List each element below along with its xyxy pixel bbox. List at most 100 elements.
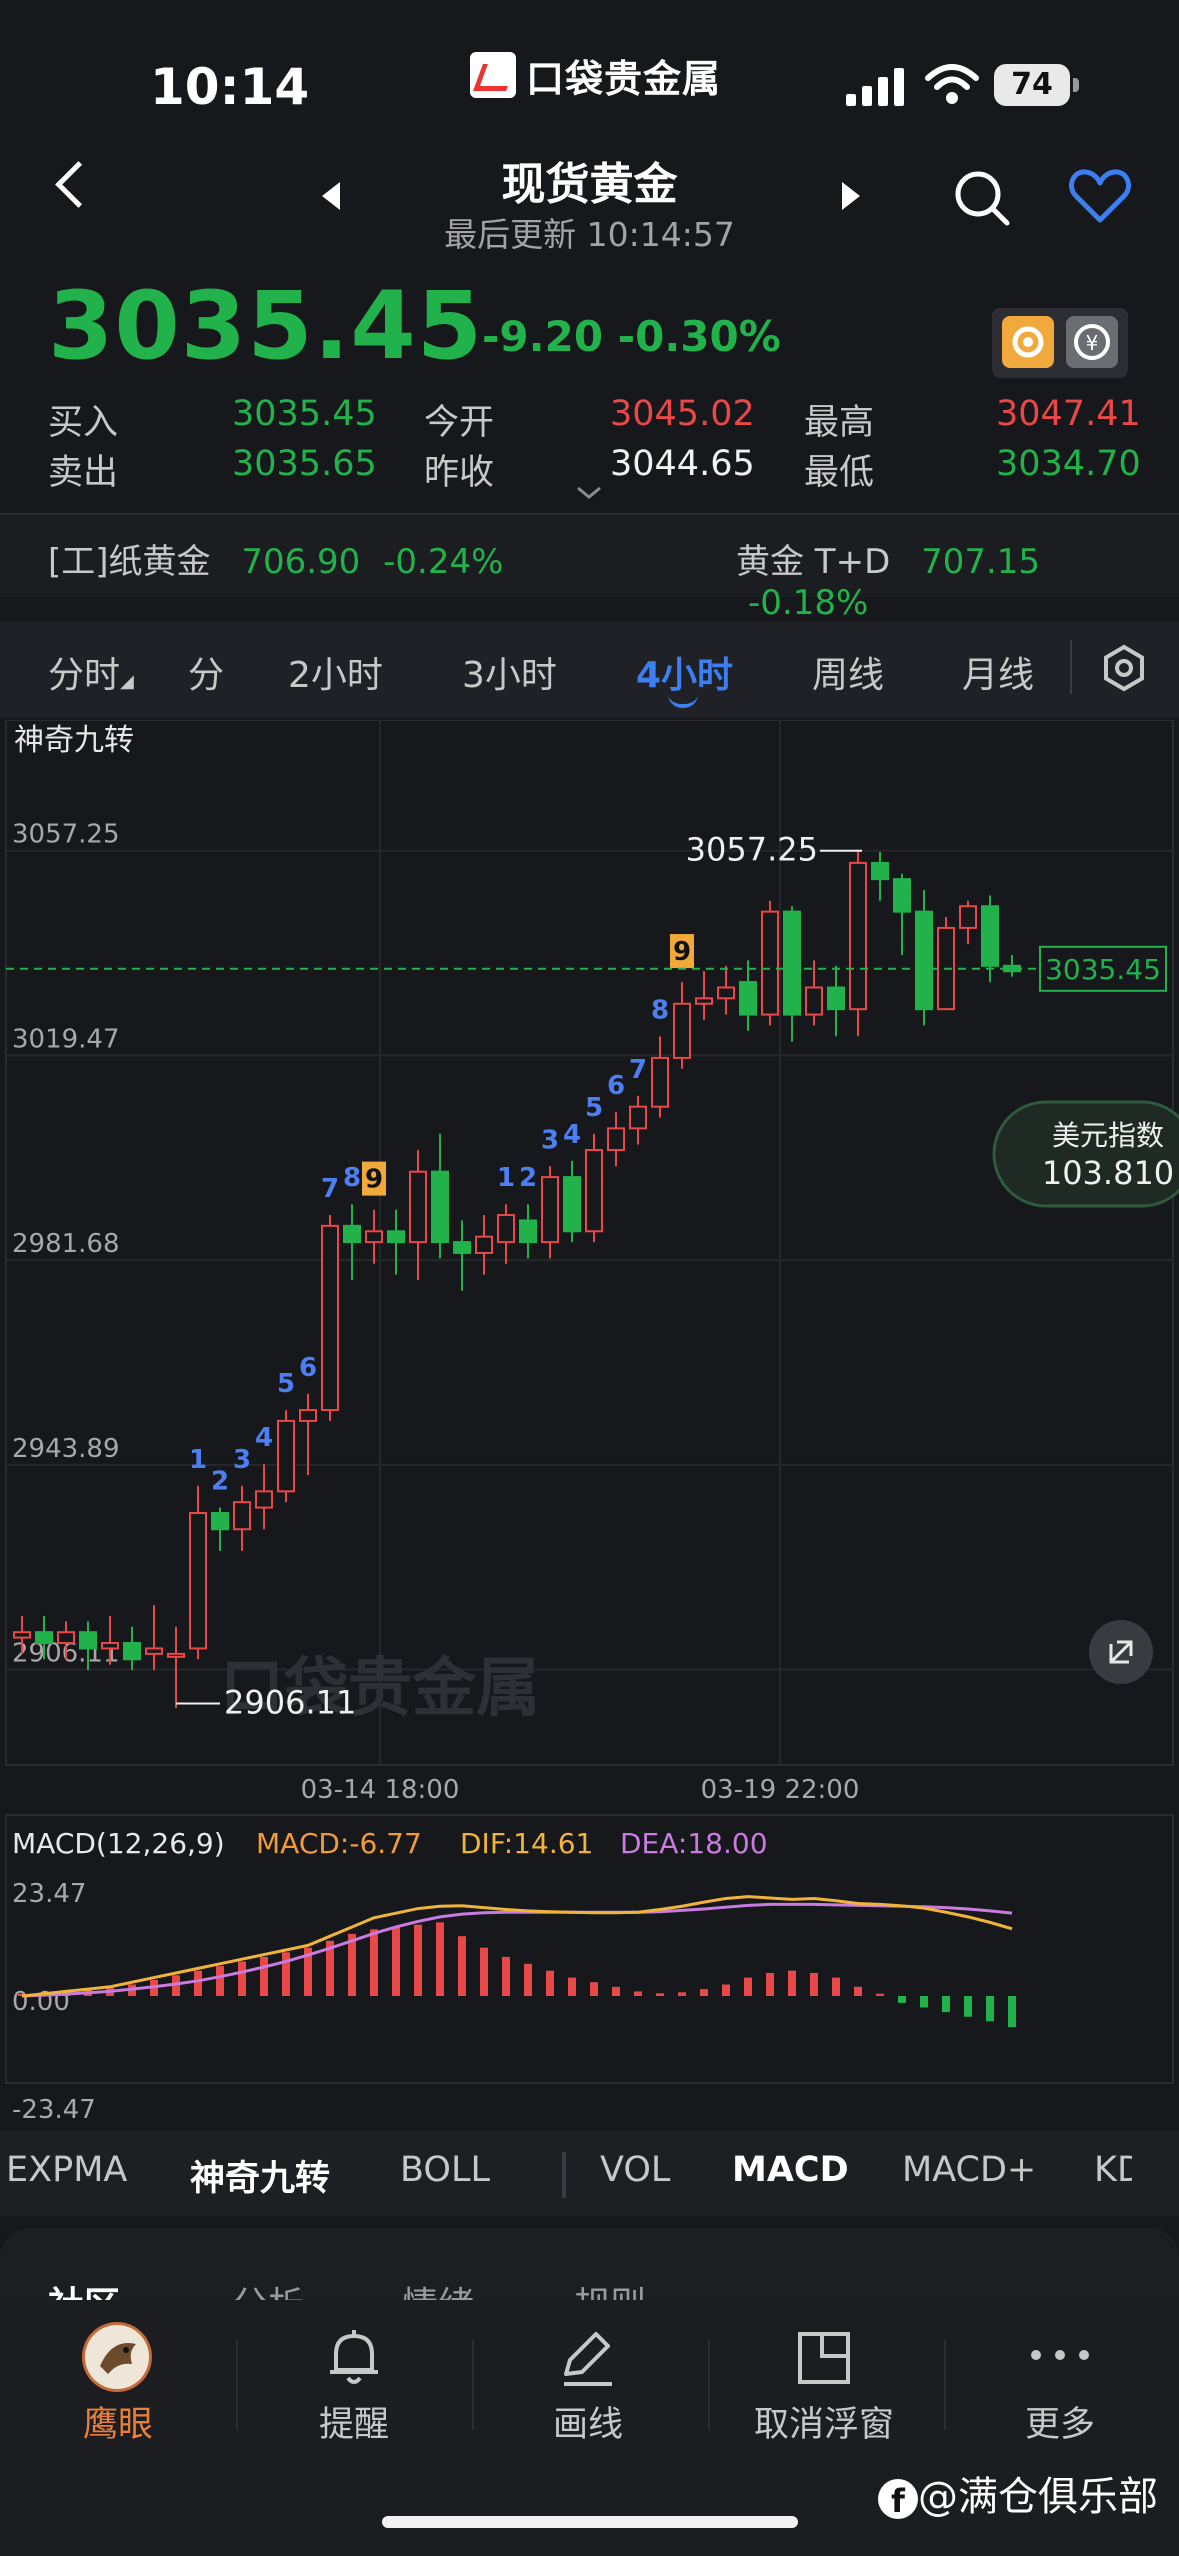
macd-bar [260,1956,268,1996]
pencil-icon[interactable] [556,2326,620,2390]
more-dots-icon[interactable] [1028,2340,1092,2370]
macd-bar [832,1977,840,1996]
td-label: 6 [607,1071,625,1101]
macd-bar [216,1966,224,1996]
td-label: 7 [629,1055,647,1085]
low-label: 最低 [804,453,875,493]
related-pct: -0.18% [748,583,869,623]
battery-tip [1073,78,1079,92]
td-label: 8 [343,1163,361,1193]
tab-kd[interactable]: KD [1094,2150,1132,2190]
home-indicator [382,2516,798,2528]
macd-bar [986,1996,994,2022]
td-label: 1 [497,1163,515,1193]
indicator-divider [562,2152,566,2198]
tab-macd-plus[interactable]: MACD+ [902,2150,1036,2190]
open-label: 今开 [424,403,495,443]
related-gold-td[interactable]: 黄金 T+D 707.15 -0.18% [736,534,1179,623]
macd-bar [656,1993,664,1996]
related-paper-gold[interactable]: [工]纸黄金 706.90 -0.24% [48,534,503,583]
facebook-icon: f [878,2479,918,2520]
high-value: 3047.41 [996,394,1141,434]
price-change: -9.20 -0.30% [482,312,781,361]
macd-bar [898,1996,906,2003]
td-label: 7 [321,1174,339,1204]
macd-bar [810,1972,818,1996]
y-tick: 3057.25 [12,820,120,850]
tab-divider [1070,640,1072,694]
td-label: 3 [541,1125,559,1155]
macd-bar [458,1936,466,1996]
favorite-heart-icon[interactable] [1068,168,1132,224]
low-value: 3034.70 [996,444,1141,484]
macd-bar [964,1996,972,2017]
toolbar-more-label[interactable]: 更多 [960,2396,1160,2447]
tab-boll[interactable]: BOLL [400,2150,490,2190]
tab-td-nine[interactable]: 神奇九转 [190,2150,330,2201]
td-label: 8 [651,995,669,1025]
battery-indicator: 74 [994,64,1070,106]
macd-bar [942,1996,950,2013]
macd-bar [678,1992,686,1996]
macd-title: MACD(12,26,9) [12,1827,225,1860]
search-icon[interactable] [952,168,1012,228]
tab-vol[interactable]: VOL [600,2150,670,2190]
sell-label: 卖出 [48,453,119,493]
x-tick: 03-19 22:00 [701,1775,860,1805]
toolbar-draw-label[interactable]: 画线 [488,2396,688,2447]
refresh-tool-icon[interactable] [1002,316,1054,368]
td-label: 6 [299,1353,317,1383]
candle [277,1410,295,1503]
tab-expma[interactable]: EXPMA [6,2150,127,2190]
expand-chevron-icon[interactable] [576,486,602,500]
currency-tool-icon[interactable]: ¥ [1066,316,1118,368]
toolbar-remind-label[interactable]: 提醒 [254,2396,454,2447]
toolbar-separator [708,2340,710,2430]
tab-minute[interactable]: 分 [188,646,224,698]
td-label: 9 [365,1165,383,1195]
y-tick: 3019.47 [12,1024,120,1054]
macd-bar [480,1947,488,1996]
fullscreen-icon [1089,1620,1153,1684]
chart-settings-icon[interactable] [1100,644,1148,692]
toolbar-eagle-label[interactable]: 鹰眼 [18,2396,218,2447]
tab-3h[interactable]: 3小时 [462,646,557,698]
price-chart[interactable]: 神奇九转 3057.25 3019.47 2981.68 2943.89 290… [0,720,1179,2130]
macd-bar [282,1952,290,1996]
sell-value: 3035.65 [232,444,377,484]
toolbar-float-label[interactable]: 取消浮窗 [724,2396,924,2447]
macd-bar [546,1970,554,1996]
indicator-title: 神奇九转 [14,723,134,758]
td-label: 2 [211,1467,229,1497]
related-pct: -0.24% [383,542,504,582]
tab-weekly[interactable]: 周线 [812,646,884,698]
candle [937,917,955,1011]
prev-close-label: 昨收 [424,453,495,493]
toolbar-separator [472,2340,474,2430]
current-price: 3035.45 [48,272,484,381]
tab-monthly[interactable]: 月线 [962,646,1034,698]
macd-bar [370,1929,378,1996]
floating-window-icon[interactable] [792,2326,856,2390]
tab-macd[interactable]: MACD [732,2150,849,2190]
td-label: 3 [233,1445,251,1475]
svg-text:¥: ¥ [1086,331,1099,355]
macd-bar [436,1922,444,1996]
app-logo-text: 口袋贵金属 [526,56,722,101]
float-title: 美元指数 [1052,1119,1164,1152]
cellular-signal-icon [846,68,904,106]
macd-bar [876,1993,884,1996]
macd-bar [238,1961,246,1996]
tab-2h[interactable]: 2小时 [288,646,383,698]
macd-bar [524,1963,532,1996]
macd-bar [788,1970,796,1996]
bell-icon[interactable] [322,2326,386,2390]
tab-4h[interactable]: 4小时 [636,646,733,698]
main-chart-panel [5,720,1174,1766]
logo-badge-icon [470,52,516,98]
x-tick: 03-14 18:00 [301,1775,460,1805]
status-time: 10:14 [150,58,310,116]
td-label: 2 [519,1163,537,1193]
tab-intraday[interactable]: 分时◢ [48,646,134,698]
eagle-avatar-icon[interactable] [82,2322,152,2392]
